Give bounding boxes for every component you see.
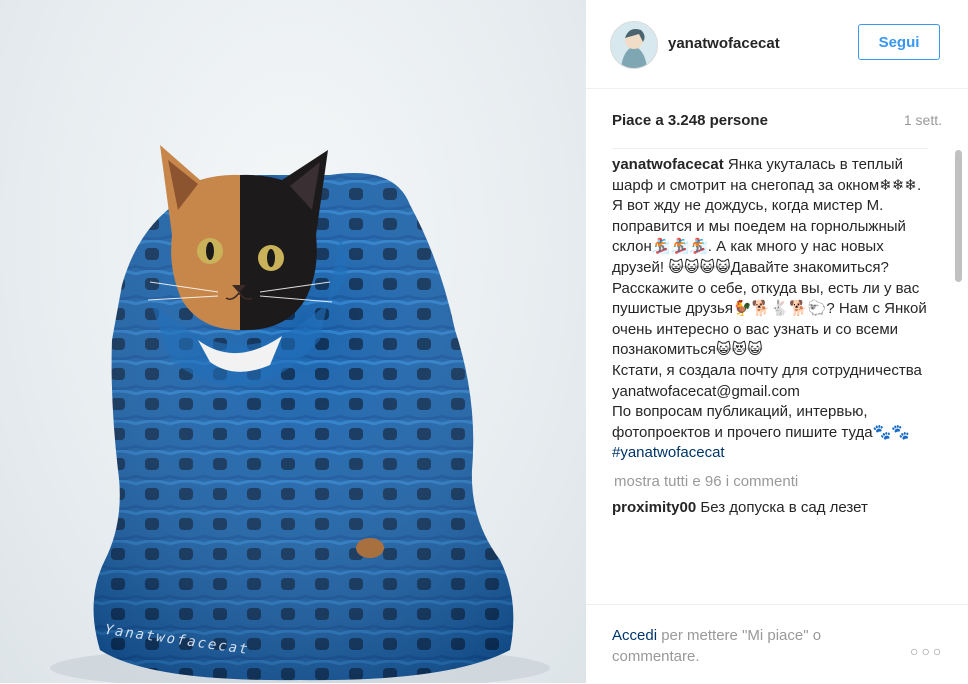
comments-section: yanatwofacecat Янка укуталась в теплый ш… [612,148,928,611]
more-options-icon[interactable]: ○○○ [910,643,944,659]
comment-item: proximity00 Без допуска в сад лезет [612,498,928,518]
likes-row: Piace a 3.248 persone 1 sett. [612,108,942,136]
post-time[interactable]: 1 sett. [904,112,942,128]
comment-text: Без допуска в сад лезет [696,498,868,516]
likes-count[interactable]: Piace a 3.248 persone [612,112,768,129]
avatar-icon[interactable] [610,21,658,69]
username[interactable]: yanatwofacecat [668,35,780,52]
scrollbar-thumb[interactable] [955,150,962,282]
instagram-post: Yanatwofacecat yanatwofacecat Segui Piac… [0,0,968,683]
post-photo[interactable]: Yanatwofacecat [0,0,586,683]
comment-username[interactable]: proximity00 [612,499,696,516]
comments-scrollbar[interactable] [955,150,962,598]
caption-hashtag[interactable]: #yanatwofacecat [612,443,928,464]
cat-photo-illustration [50,145,550,683]
login-prompt: Accedi per mettere "Mi piace" o commenta… [612,625,862,667]
post-side-panel: yanatwofacecat Segui Piace a 3.248 perso… [586,0,968,683]
post-footer: Accedi per mettere "Mi piace" o commenta… [586,604,968,684]
follow-button[interactable]: Segui [858,24,940,60]
login-link[interactable]: Accedi [612,627,657,644]
post-header: yanatwofacecat Segui [586,0,968,89]
caption-text: Янка укуталась в теплый шарф и смотрит н… [612,156,927,441]
show-all-comments-link[interactable]: mostra tutti e 96 i commenti [614,472,928,492]
post-caption: yanatwofacecat Янка укуталась в теплый ш… [612,155,928,443]
caption-username[interactable]: yanatwofacecat [612,156,724,173]
